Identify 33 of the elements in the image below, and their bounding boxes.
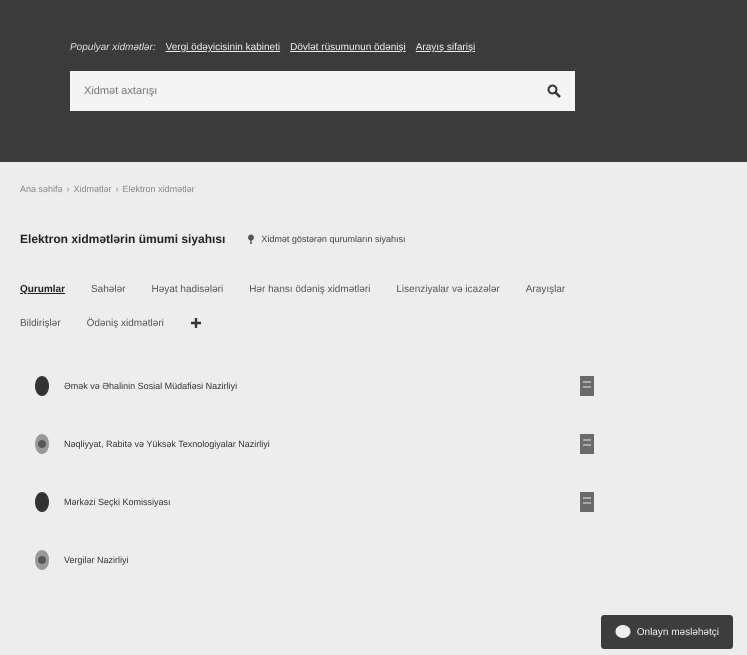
category-tab[interactable]: Sahələr [91,284,126,295]
pin-icon [247,234,256,244]
agency-link[interactable]: Mərkəzi Seçki Komissiyası [64,497,566,507]
agency-link[interactable]: Nəqliyyat, Rabitə və Yüksək Texnologiyalar Nazirliyi [64,439,566,449]
search-field[interactable]: Xidmət axtarışı [70,71,575,111]
popular-link[interactable]: Vergi ödəyicisinin kabineti [166,42,280,53]
plus-icon[interactable] [190,317,202,329]
category-tab[interactable]: Ödəniş xidmətləri [86,318,164,328]
popular-link[interactable]: Arayış sifarişi [416,42,476,53]
emblem-icon [34,549,50,571]
popular-link[interactable]: Dövlət rüsumunun ödənişi [290,42,406,53]
category-tab[interactable]: Qurumlar [20,284,66,295]
emblem-icon [34,433,50,455]
emblem-icon [34,491,50,513]
breadcrumb-separator: › [66,184,70,194]
agency-link[interactable]: Vergilər Nazirliyi [64,555,594,565]
agency-link[interactable]: Əmək və Əhalinin Sosial Müdafiəsi Nazirliyi [64,381,566,391]
popular-label: Populyar xidmətlər: [70,42,156,53]
page-title: Elektron xidmətlərin ümumi siyahısı [20,232,226,246]
chat-button[interactable]: Onlayn məsləhətçi [600,615,733,649]
category-tab[interactable]: Bildirişlər [20,318,61,328]
category-tab[interactable]: Həyat hadisələri [151,284,224,295]
category-tab[interactable]: Lisenziyalar və icazələr [396,284,500,295]
search-icon[interactable] [547,84,561,98]
category-tab[interactable]: Hər hansı ödəniş xidmətləri [249,284,370,295]
breadcrumb-separator: › [116,184,119,194]
document-icon[interactable] [580,492,594,512]
category-tab[interactable]: Arayışlar [526,284,566,295]
emblem-icon [34,375,50,397]
chat-bubble-icon [614,625,631,639]
agency-list-link[interactable]: Xidmət göstərən qurumların siyahısı [261,234,406,244]
document-icon[interactable] [580,376,594,396]
document-icon[interactable] [580,434,594,454]
